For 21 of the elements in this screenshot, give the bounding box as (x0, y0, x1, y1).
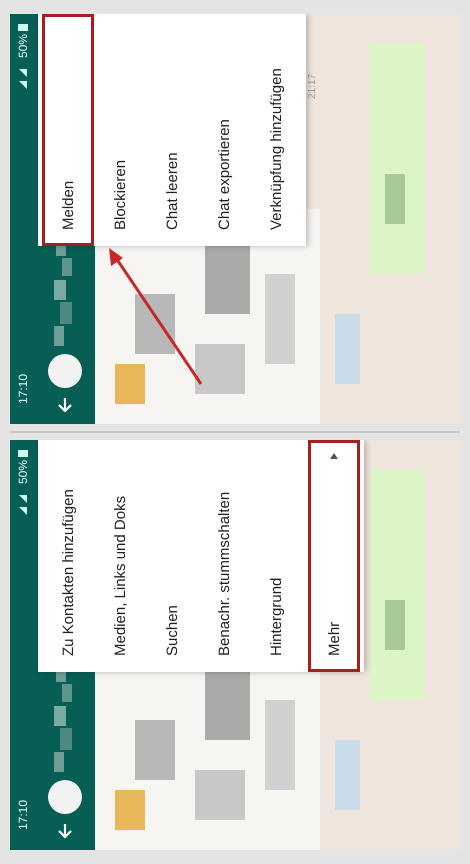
menu-item[interactable]: Benachr. stummschalten (198, 440, 250, 672)
menu-item[interactable]: Suchen (146, 440, 198, 672)
caret-icon (329, 452, 339, 460)
message-time: 21:17 (307, 74, 318, 99)
battery-icon (17, 450, 28, 457)
battery-icon (17, 24, 28, 31)
menu-item[interactable]: Chat exportieren (198, 14, 250, 246)
battery-level: 50% (16, 34, 30, 58)
avatar[interactable] (48, 354, 82, 388)
avatar[interactable] (48, 780, 82, 814)
menu-item[interactable]: Chat leeren (146, 14, 198, 246)
menu-item[interactable]: Hintergrund (250, 440, 302, 672)
status-time: 17:10 (16, 800, 30, 830)
status-time: 17:10 (16, 374, 30, 404)
menu-item[interactable]: Blockieren (94, 14, 146, 246)
menu-item[interactable]: Verknüpfung hinzufügen (250, 14, 302, 246)
back-arrow-icon[interactable] (56, 822, 74, 840)
battery-level: 50% (16, 460, 30, 484)
back-arrow-icon[interactable] (56, 396, 74, 414)
menu-item[interactable]: Medien, Links und Doks (94, 440, 146, 672)
menu-item[interactable]: Mehr (308, 440, 360, 672)
